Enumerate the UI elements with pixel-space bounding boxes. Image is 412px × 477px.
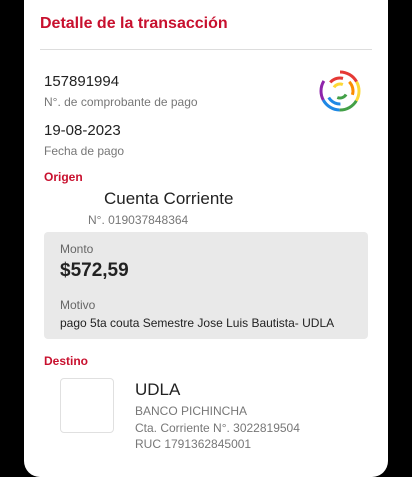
receipt-number-label: N°. de comprobante de pago (44, 95, 198, 109)
bank-logo-icon (319, 70, 361, 112)
payment-date: 19-08-2023 (44, 122, 121, 139)
payment-date-label: Fecha de pago (44, 144, 125, 158)
page-title: Detalle de la transacción (40, 15, 228, 32)
transaction-detail-card: Detalle de la transacción 157891994 N°. … (24, 0, 388, 477)
motive-label: Motivo (60, 298, 96, 312)
origin-account-number: N°. 019037848364 (88, 213, 189, 227)
origin-account-type: Cuenta Corriente (104, 189, 234, 208)
payment-summary-panel: Monto $572,59 Motivo pago 5ta couta Seme… (44, 232, 368, 339)
destination-name: UDLA (135, 380, 181, 399)
amount-value: $572,59 (60, 260, 129, 281)
destination-section-title: Destino (44, 354, 89, 368)
motive-value: pago 5ta couta Semestre Jose Luis Bautis… (60, 316, 335, 330)
destination-bank: BANCO PICHINCHA (135, 404, 248, 418)
receipt-number: 157891994 (44, 73, 120, 90)
destination-account: Cta. Corriente N°. 3022819504 (135, 421, 300, 435)
origin-section-title: Origen (44, 170, 83, 184)
header-divider (40, 49, 372, 50)
destination-logo (60, 378, 114, 433)
destination-ruc: RUC 1791362845001 (135, 437, 252, 451)
amount-label: Monto (60, 242, 94, 256)
